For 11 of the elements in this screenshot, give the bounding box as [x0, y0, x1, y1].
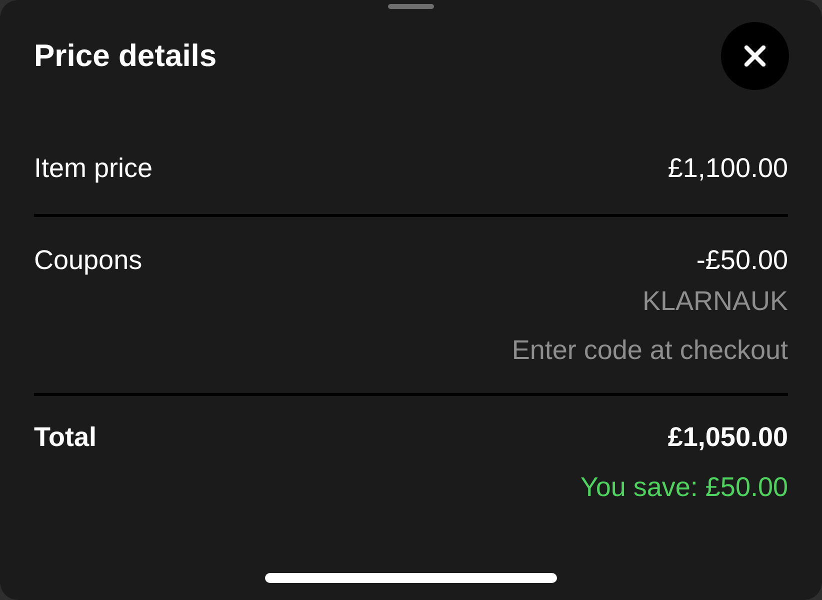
coupon-hint: Enter code at checkout — [512, 334, 788, 366]
row-amount: £1,100.00 — [668, 152, 788, 184]
row-amount: -£50.00 — [696, 244, 788, 276]
total-amount: £1,050.00 — [668, 421, 788, 453]
row-label: Coupons — [34, 244, 142, 276]
coupon-code: KLARNAUK — [642, 285, 788, 317]
savings-text: You save: £50.00 — [580, 471, 788, 503]
total-label: Total — [34, 421, 96, 453]
sheet-title: Price details — [34, 38, 217, 74]
row-label: Item price — [34, 152, 153, 184]
drag-handle[interactable] — [388, 4, 434, 9]
